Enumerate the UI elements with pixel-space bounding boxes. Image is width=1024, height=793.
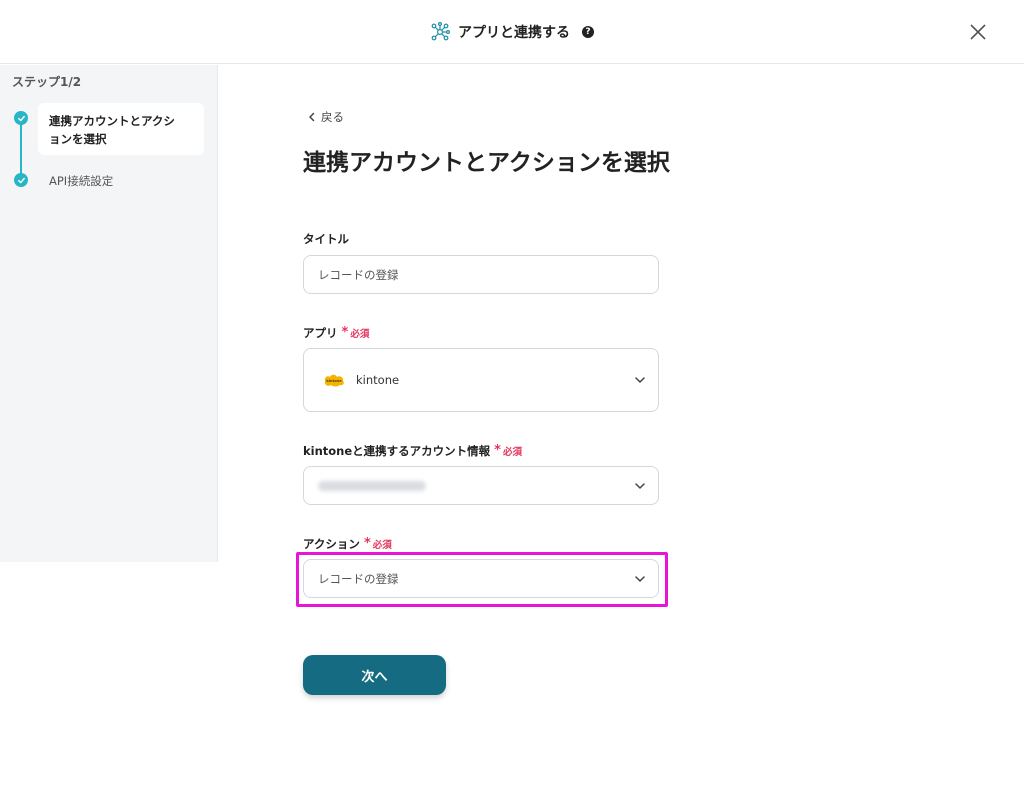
step-1-label-line1: 連携アカウントとアクシ [49,114,175,128]
action-select-value: レコードの登録 [318,571,399,586]
sidebar-step-api-settings[interactable]: API接続設定 [49,173,113,189]
required-badge: * 必須 [342,326,370,340]
title-label-text: タイトル [303,232,349,246]
action-select[interactable]: レコードの登録 [303,559,659,598]
step-1-label-line2: ョンを選択 [49,132,107,146]
step-1-check-icon [14,111,28,125]
step-sidebar: ステップ1/2 連携アカウントとアクシ ョンを選択 API接続設定 [0,65,218,562]
kintone-logo-icon: kintone [324,374,344,387]
required-text: 必須 [372,540,392,551]
account-select[interactable] [303,466,659,505]
step-2-check-icon [14,173,28,187]
app-field-label: アプリ * 必須 [303,325,369,341]
kintone-logo-text: kintone [326,379,342,383]
app-label-text: アプリ [303,326,338,340]
back-label: 戻る [321,110,344,124]
required-badge: * 必須 [494,444,522,458]
top-header: アプリと連携する ? [0,0,1024,64]
account-label-text: kintoneと連携するアカウント情報 [303,444,491,458]
required-asterisk-icon: * [363,536,371,551]
required-text: 必須 [350,329,370,340]
required-badge: * 必須 [364,537,392,551]
app-select[interactable]: kintone kintone [303,348,659,412]
account-field-label: kintoneと連携するアカウント情報 * 必須 [303,443,522,459]
header-title-group: アプリと連携する ? [0,0,1024,64]
title-input-value: レコードの登録 [318,267,399,282]
action-field-label: アクション * 必須 [303,536,392,552]
help-icon[interactable]: ? [582,26,594,38]
account-value-blurred [318,480,426,491]
header-title: アプリと連携する [458,25,570,41]
step-heading: ステップ1/2 [12,75,82,89]
required-text: 必須 [502,447,522,458]
step-connector-line [20,121,22,181]
sidebar-step-select-account[interactable]: 連携アカウントとアクシ ョンを選択 [38,103,204,155]
chevron-down-icon [635,482,645,489]
required-asterisk-icon: * [341,325,349,340]
close-icon[interactable] [968,22,988,42]
action-label-text: アクション [303,537,360,551]
chevron-down-icon [635,575,645,582]
next-button[interactable]: 次へ [303,655,446,695]
chevron-left-icon [309,112,315,122]
integration-network-icon [431,22,450,41]
title-field-label: タイトル [303,231,349,247]
page-title: 連携アカウントとアクションを選択 [303,150,670,176]
back-link[interactable]: 戻る [308,109,344,125]
main-content: 戻る 連携アカウントとアクションを選択 タイトル レコードの登録 アプリ * 必… [219,65,1024,793]
app-select-value: kintone [356,373,400,387]
close-button[interactable] [968,22,988,42]
title-input[interactable]: レコードの登録 [303,255,659,294]
required-asterisk-icon: * [494,443,501,458]
chevron-down-icon [635,377,645,383]
